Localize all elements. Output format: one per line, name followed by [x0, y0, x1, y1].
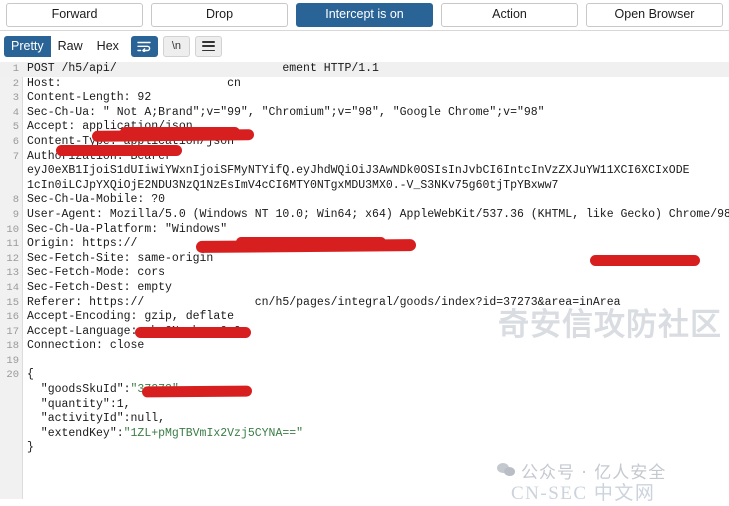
line-text: "goodsSkuId":"37273",	[22, 383, 186, 398]
line-text: Sec-Fetch-Mode: cors	[27, 266, 166, 280]
line-text: eyJ0eXB1IjoiS1dUIiwiYWxnIjoiSFMyNTYifQ.e…	[27, 164, 690, 178]
code-line[interactable]: 4 Sec-Ch-Ua: " Not A;Brand";v="99", "Chro…	[0, 106, 729, 121]
line-number: 19	[6, 354, 19, 367]
line-text: 1cIn0iLCJpYXQiOjE2NDU3NzQ1NzEsImV4cCI6MT…	[27, 178, 559, 192]
code-line[interactable]: 13 Sec-Fetch-Mode: cors	[0, 266, 729, 281]
line-number: 1	[12, 63, 19, 75]
line-text: Sec-Ch-Ua-Platform: "Windows"	[27, 222, 228, 236]
line-number: 6	[12, 135, 19, 148]
json-key: "quantity":	[27, 397, 117, 411]
line-number: 9	[12, 208, 19, 221]
line-text: "extendKey":"1ZL+pMgTBVmIx2Vzj5CYNA=="	[22, 427, 303, 442]
line-number: 5	[12, 121, 19, 134]
code-line[interactable]: }	[0, 441, 729, 456]
line-number: 17	[6, 325, 19, 338]
action-button[interactable]: Action	[441, 2, 578, 27]
line-number: 20	[6, 369, 19, 382]
code-line[interactable]: 9 User-Agent: Mozilla/5.0 (Windows NT 10.…	[0, 208, 729, 223]
forward-button[interactable]: Forward	[6, 2, 143, 27]
line-text: "quantity":1,	[22, 398, 131, 413]
line-number: 7	[12, 150, 19, 163]
code-line[interactable]: 3 Content-Length: 92	[0, 91, 729, 106]
code-line[interactable]: 5 Accept: application/json	[0, 120, 729, 135]
newline-icon[interactable]: \n	[162, 35, 190, 57]
line-number: 13	[6, 267, 19, 280]
line-text: Content-Length: 92	[27, 91, 152, 105]
code-line[interactable]: 8 Sec-Ch-Ua-Mobile: ?0	[0, 193, 729, 208]
menu-icon[interactable]	[194, 35, 222, 57]
tab-raw[interactable]: Raw	[50, 35, 90, 57]
line-text: Connection: close	[27, 339, 145, 353]
code-line[interactable]: "extendKey":"1ZL+pMgTBVmIx2Vzj5CYNA=="	[0, 427, 729, 442]
code-line[interactable]: "goodsSkuId":"37273",	[0, 383, 729, 398]
line-text: Sec-Fetch-Site: same-origin	[27, 251, 214, 265]
view-tabs-toolbar: Pretty Raw Hex \n	[0, 31, 729, 62]
line-text: Sec-Ch-Ua-Mobile: ?0	[27, 193, 166, 207]
line-text: POST /h5/api/ ement HTTP/1.1	[27, 62, 379, 75]
line-number: 4	[12, 106, 19, 119]
top-toolbar: Forward Drop Intercept is on Action Open…	[0, 0, 729, 31]
word-wrap-icon[interactable]	[130, 35, 158, 57]
site-watermark: CN-SEC 中文网	[511, 483, 656, 504]
code-line[interactable]: 10 Sec-Ch-Ua-Platform: "Windows"	[0, 223, 729, 238]
code-line[interactable]: 1cIn0iLCJpYXQiOjE2NDU3NzQ1NzEsImV4cCI6MT…	[0, 179, 729, 194]
line-number: 18	[6, 340, 19, 353]
tab-hex[interactable]: Hex	[89, 35, 126, 57]
hamburger-glyph	[201, 41, 215, 51]
json-key: "activityId":	[27, 412, 131, 426]
line-text: "activityId":null,	[22, 412, 165, 427]
code-line[interactable]: 1 POST /h5/api/ ement HTTP/1.1	[0, 62, 729, 77]
line-number: 10	[6, 223, 19, 236]
line-number: 11	[6, 238, 19, 251]
view-mode-segmented-control: Pretty Raw Hex	[4, 35, 126, 57]
code-line[interactable]: 6 Content-Type: application/json	[0, 135, 729, 150]
json-key: "goodsSkuId":	[27, 383, 131, 397]
wechat-icon	[497, 463, 516, 478]
code-line[interactable]: 12 Sec-Fetch-Site: same-origin	[0, 252, 729, 267]
json-value: 1,	[116, 397, 131, 411]
background-watermark: 奇安信攻防社区	[498, 307, 722, 343]
line-text: Host: cn	[27, 76, 241, 90]
line-text: Sec-Fetch-Dest: empty	[27, 280, 172, 294]
tab-pretty[interactable]: Pretty	[4, 35, 51, 57]
line-text: Accept-Encoding: gzip, deflate	[27, 310, 235, 324]
line-number: 15	[6, 296, 19, 309]
intercept-toggle-button[interactable]: Intercept is on	[296, 2, 433, 27]
line-text: Content-Type: application/json	[27, 134, 235, 148]
code-line[interactable]: 19	[0, 354, 729, 369]
line-text: User-Agent: Mozilla/5.0 (Windows NT 10.0…	[27, 207, 729, 221]
line-text: Accept: application/json	[27, 120, 193, 134]
line-number: 16	[6, 311, 19, 324]
line-number: 3	[12, 92, 19, 105]
json-value: null,	[130, 412, 166, 426]
request-editor[interactable]: 1 POST /h5/api/ ement HTTP/1.1 2 Host: cn 3 C…	[0, 62, 729, 499]
line-number: 8	[12, 194, 19, 207]
code-line[interactable]: 11 Origin: https:// cn	[0, 237, 729, 252]
line-text: {	[27, 368, 34, 382]
json-value: "1ZL+pMgTBVmIx2Vzj5CYNA=="	[123, 426, 304, 440]
line-number: 14	[6, 281, 19, 294]
line-number: 12	[6, 252, 19, 265]
code-line[interactable]: eyJ0eXB1IjoiS1dUIiwiYWxnIjoiSFMyNTYifQ.e…	[0, 164, 729, 179]
code-line[interactable]: 14 Sec-Fetch-Dest: empty	[0, 281, 729, 296]
code-line[interactable]: 7 Authorization: Bearer	[0, 150, 729, 165]
line-number: 2	[12, 77, 19, 90]
line-text: }	[27, 441, 34, 455]
line-text: Authorization: Bearer	[27, 149, 172, 163]
code-line[interactable]: "quantity":1,	[0, 398, 729, 413]
line-text: Sec-Ch-Ua: " Not A;Brand";v="99", "Chrom…	[27, 105, 545, 119]
json-value: "37273",	[130, 383, 186, 397]
open-browser-button[interactable]: Open Browser	[586, 2, 723, 27]
line-text: Accept-Language: zh-CN,zh;q=0.9	[27, 324, 241, 338]
code-line[interactable]: 20 {	[0, 368, 729, 383]
drop-button[interactable]: Drop	[151, 2, 288, 27]
line-text: Origin: https:// cn	[27, 237, 262, 251]
code-line[interactable]: "activityId":null,	[0, 412, 729, 427]
request-code-content[interactable]: 1 POST /h5/api/ ement HTTP/1.1 2 Host: cn 3 C…	[0, 62, 729, 499]
code-line[interactable]: 2 Host: cn	[0, 77, 729, 92]
json-key: "extendKey":	[27, 426, 124, 440]
